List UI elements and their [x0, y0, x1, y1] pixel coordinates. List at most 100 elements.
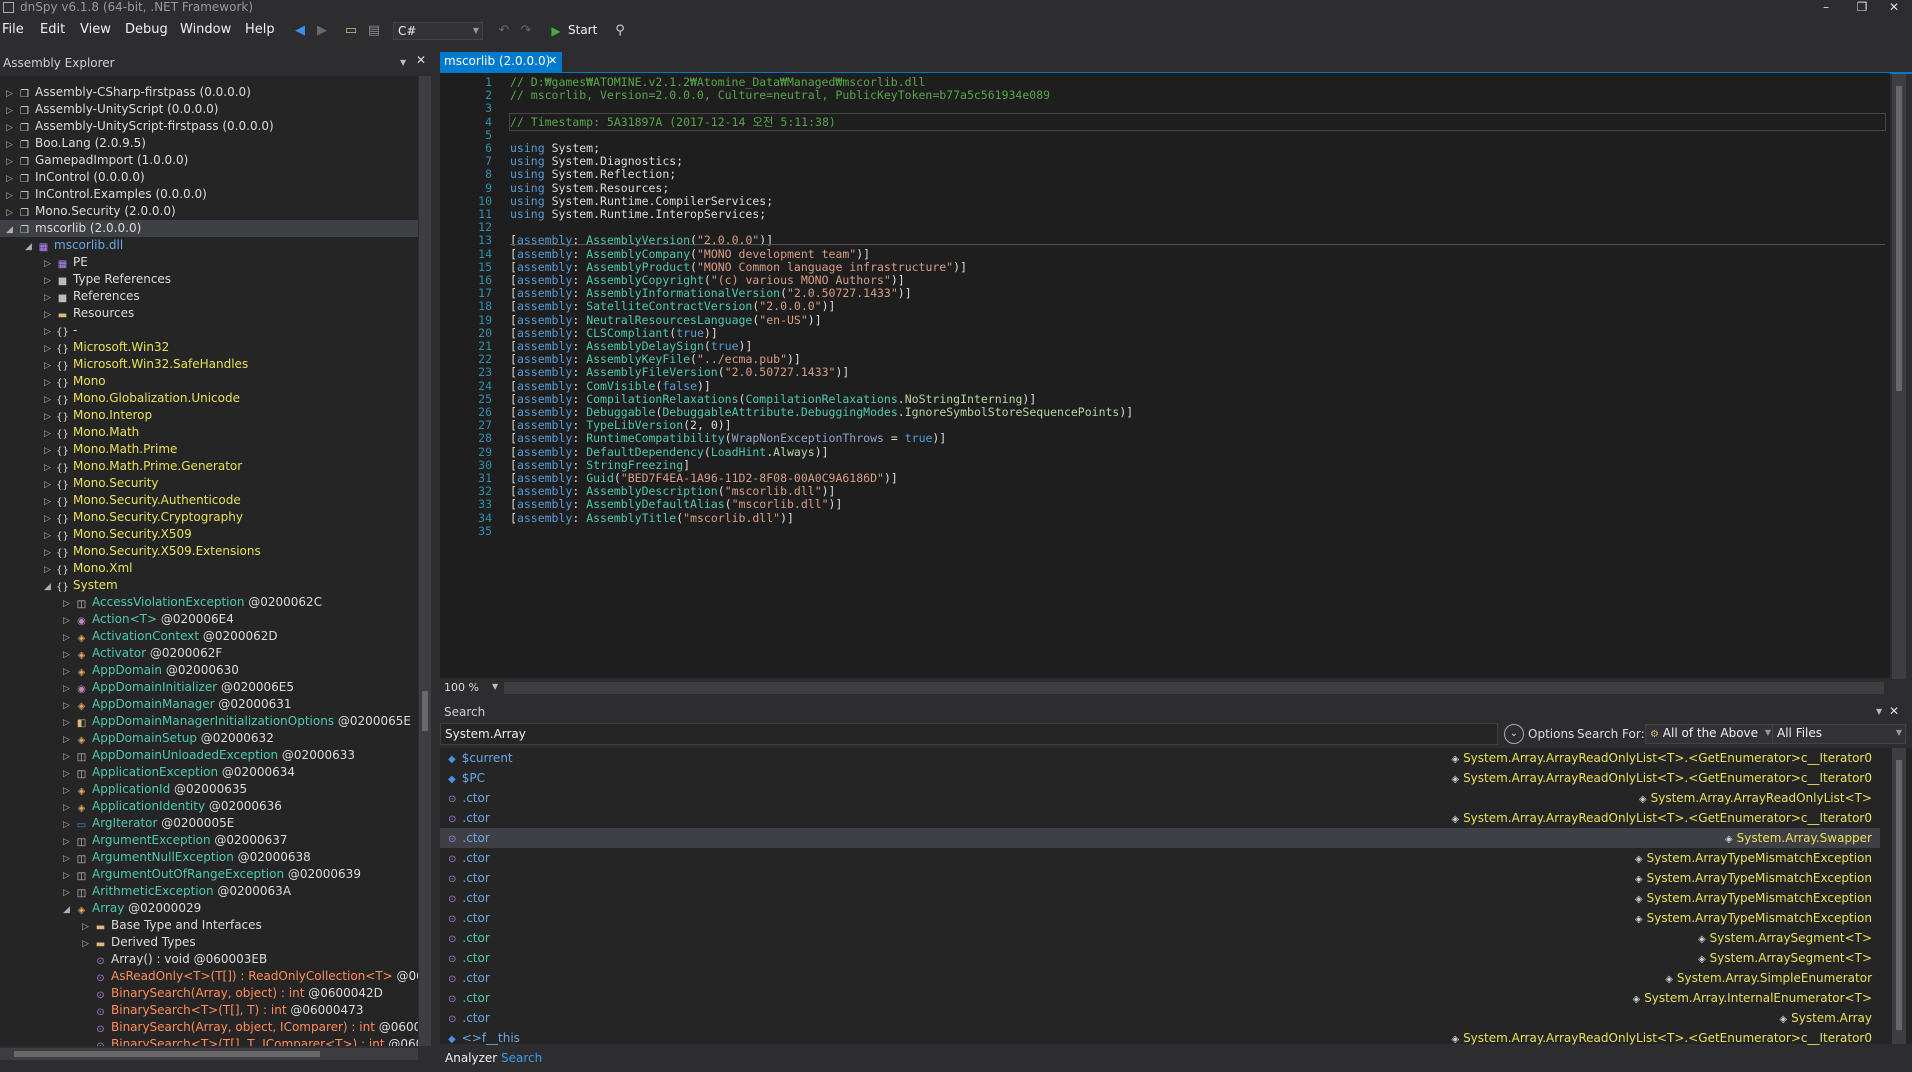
- search-result-row[interactable]: ⊙ .ctor ◈ System.ArraySegment<T>: [440, 948, 1880, 968]
- tree-node[interactable]: ▷{} Mono.Interop: [0, 407, 418, 424]
- tree-node[interactable]: ▷{} Mono.Security.X509.Extensions: [0, 543, 418, 560]
- search-result-row[interactable]: ⊙ .ctor ◈ System.ArrayTypeMismatchException: [440, 888, 1880, 908]
- search-for-select[interactable]: ⚙ All of the Above ▼: [1645, 724, 1775, 744]
- tree-node[interactable]: ⊙ BinarySearch(Array, object) : int @0600…: [0, 985, 418, 1002]
- close-tab-icon[interactable]: ✕: [548, 54, 557, 67]
- search-result-row[interactable]: ⊙ .ctor ◈ System.ArrayTypeMismatchException: [440, 908, 1880, 928]
- tree-node[interactable]: ▷{} Mono.Math.Prime: [0, 441, 418, 458]
- editor-hscrollbar[interactable]: [504, 682, 1884, 694]
- search-icon[interactable]: ⚲: [612, 23, 628, 39]
- tree-node[interactable]: ▷ ❐ Assembly-UnityScript-firstpass (0.0.0.…: [0, 118, 418, 135]
- tree-node[interactable]: ▷ ◈ ApplicationId @02000635: [0, 781, 418, 798]
- tree-hscrollbar[interactable]: [0, 1048, 418, 1060]
- tree-node[interactable]: ▷{} Microsoft.Win32: [0, 339, 418, 356]
- tree-node[interactable]: ▷{} Mono.Globalization.Unicode: [0, 390, 418, 407]
- tree-node[interactable]: ▷{} Mono.Security.Cryptography: [0, 509, 418, 526]
- tree-node[interactable]: ▷ ◈ AppDomainSetup @02000632: [0, 730, 418, 747]
- tree-node[interactable]: ▷ ▦ PE: [0, 254, 418, 271]
- tree-node[interactable]: ▷ ▬ Base Type and Interfaces: [0, 917, 418, 934]
- tree-node[interactable]: ▷ ❐ Mono.Security (2.0.0.0): [0, 203, 418, 220]
- tree-node[interactable]: ▷ ■ Type References: [0, 271, 418, 288]
- menu-file[interactable]: File: [2, 22, 24, 37]
- tree-node[interactable]: ▷ ◈ ActivationContext @0200062D: [0, 628, 418, 645]
- search-result-row[interactable]: ◆ $current ◈ System.Array.ArrayReadOnlyList…: [440, 748, 1880, 768]
- tree-node[interactable]: ▷{} -: [0, 322, 418, 339]
- search-result-row[interactable]: ⊙ .ctor ◈ System.Array.ArrayReadOnlyList<T>: [440, 788, 1880, 808]
- back-icon[interactable]: ◀: [292, 23, 308, 39]
- tree-node[interactable]: ▷ ■ References: [0, 288, 418, 305]
- tree-node[interactable]: ▷ ◫ ApplicationException @02000634: [0, 764, 418, 781]
- minimize-button[interactable]: –: [1812, 0, 1840, 15]
- start-icon[interactable]: ▶: [548, 23, 564, 39]
- start-button[interactable]: Start: [568, 23, 597, 37]
- tree-node[interactable]: ▷ ◉ AppDomainInitializer @020006E5: [0, 679, 418, 696]
- menu-edit[interactable]: Edit: [40, 22, 65, 37]
- tree-node[interactable]: ⊙ AsReadOnly<T>(T[]) : ReadOnlyCollection…: [0, 968, 418, 985]
- code-editor[interactable]: 1// D:₩games₩ATOMINE.v2.1.2₩Atomine_Data…: [440, 73, 1890, 678]
- search-result-row[interactable]: ⊙ .ctor ◈ System.ArrayTypeMismatchException: [440, 868, 1880, 888]
- language-select[interactable]: C# ▼: [393, 22, 483, 40]
- menu-help[interactable]: Help: [245, 22, 275, 37]
- close-window-button[interactable]: ✕: [1880, 0, 1908, 15]
- assembly-explorer-close-button[interactable]: ✕: [416, 53, 426, 67]
- tree-node[interactable]: ▷{} Mono.Math.Prime.Generator: [0, 458, 418, 475]
- tree-node[interactable]: ▷{} Mono.Math: [0, 424, 418, 441]
- tree-node[interactable]: ▷{} Mono: [0, 373, 418, 390]
- search-result-row[interactable]: ⊙ .ctor ◈ System.Array.SimpleEnumerator: [440, 968, 1880, 988]
- tree-node[interactable]: ▷ ❐ Assembly-CSharp-firstpass (0.0.0.0): [0, 84, 418, 101]
- tree-node[interactable]: ◢ ▦ mscorlib.dll: [0, 237, 418, 254]
- tree-node[interactable]: ▷ ❐ InControl.Examples (0.0.0.0): [0, 186, 418, 203]
- search-result-row[interactable]: ⊙ .ctor ◈ System.Array.ArrayReadOnlyList<T>…: [440, 808, 1880, 828]
- tree-node[interactable]: ▷ ❐ GamepadImport (1.0.0.0): [0, 152, 418, 169]
- tree-node[interactable]: ▷ ◉ Action<T> @020006E4: [0, 611, 418, 628]
- tree-node[interactable]: ▷ ◫ ArgumentOutOfRangeException @02000639: [0, 866, 418, 883]
- tree-node[interactable]: ▷ ▬ Derived Types: [0, 934, 418, 951]
- tree-node[interactable]: ⊙ BinarySearch<T>(T[], T) : int @06000473: [0, 1002, 418, 1019]
- tree-node[interactable]: ⊙ BinarySearch<T>(T[], T, IComparer<T>) :…: [0, 1036, 418, 1046]
- tab-analyzer[interactable]: Analyzer: [445, 1049, 497, 1067]
- undo-icon[interactable]: ↶: [496, 23, 512, 39]
- search-result-row[interactable]: ◆ <>f__this ◈ System.Array.ArrayReadOnlyLis…: [440, 1028, 1880, 1048]
- tree-node[interactable]: ⊙ Array() : void @060003EB: [0, 951, 418, 968]
- tree-node[interactable]: ▷ ◈ Activator @0200062F: [0, 645, 418, 662]
- save-icon[interactable]: ▤: [366, 23, 382, 39]
- search-result-row[interactable]: ⊙ .ctor ◈ System.ArrayTypeMismatchException: [440, 848, 1880, 868]
- tree-scroll-thumb[interactable]: [422, 691, 428, 731]
- tree-node[interactable]: ▷ ◫ AppDomainUnloadedException @02000633: [0, 747, 418, 764]
- tree-node[interactable]: ▷{} Mono.Xml: [0, 560, 418, 577]
- search-result-row[interactable]: ◆ $PC ◈ System.Array.ArrayReadOnlyList<T>.<…: [440, 768, 1880, 788]
- menu-window[interactable]: Window: [180, 22, 231, 37]
- tree-node[interactable]: ▷ ◈ AppDomainManager @02000631: [0, 696, 418, 713]
- tree-node[interactable]: ▷ ◧ AppDomainManagerInitializationOptions …: [0, 713, 418, 730]
- search-result-row[interactable]: ⊙ .ctor ◈ System.ArraySegment<T>: [440, 928, 1880, 948]
- forward-icon[interactable]: ▶: [314, 23, 330, 39]
- tab-search[interactable]: Search: [501, 1049, 542, 1067]
- scope-select[interactable]: All Files ▼: [1772, 724, 1906, 744]
- search-panel-menu-icon[interactable]: ▼: [1876, 702, 1882, 722]
- editor-scrollbar[interactable]: [1892, 74, 1906, 679]
- redo-icon[interactable]: ↷: [518, 23, 534, 39]
- search-result-row[interactable]: ⊙ .ctor ◈ System.Array: [440, 1008, 1880, 1028]
- options-expand-icon[interactable]: ⌄: [1504, 724, 1524, 744]
- tree-node[interactable]: ◢ ❐ mscorlib (2.0.0.0): [0, 220, 418, 237]
- zoom-level[interactable]: 100 %: [444, 681, 479, 694]
- search-result-row[interactable]: ⊙ .ctor ◈ System.Array.Swapper: [440, 828, 1880, 848]
- search-input[interactable]: System.Array: [440, 723, 1498, 745]
- tree-node[interactable]: ⊙ BinarySearch(Array, object, IComparer) …: [0, 1019, 418, 1036]
- tree-node[interactable]: ▷{} Microsoft.Win32.SafeHandles: [0, 356, 418, 373]
- tree-node[interactable]: ▷ ◈ AppDomain @02000630: [0, 662, 418, 679]
- tree-node[interactable]: ▷ ❐ Boo.Lang (2.0.9.5): [0, 135, 418, 152]
- tree-node[interactable]: ▷ ❐ Assembly-UnityScript (0.0.0.0): [0, 101, 418, 118]
- menu-view[interactable]: View: [80, 22, 111, 37]
- tree-node[interactable]: ▷ ▬ Resources: [0, 305, 418, 322]
- maximize-button[interactable]: ❐: [1848, 0, 1876, 15]
- tree-node[interactable]: ▷ ◫ ArgumentException @02000637: [0, 832, 418, 849]
- tree-node[interactable]: ▷ ◫ ArithmeticException @0200063A: [0, 883, 418, 900]
- open-folder-icon[interactable]: ▭: [343, 23, 359, 39]
- tree-node[interactable]: ◢{} System: [0, 577, 418, 594]
- menu-debug[interactable]: Debug: [125, 22, 168, 37]
- panel-menu-icon[interactable]: ▼: [400, 53, 406, 73]
- tree-node[interactable]: ▷{} Mono.Security: [0, 475, 418, 492]
- tree-node[interactable]: ▷ ❐ InControl (0.0.0.0): [0, 169, 418, 186]
- search-result-row[interactable]: ⊙ .ctor ◈ System.Array.InternalEnumerator<T…: [440, 988, 1880, 1008]
